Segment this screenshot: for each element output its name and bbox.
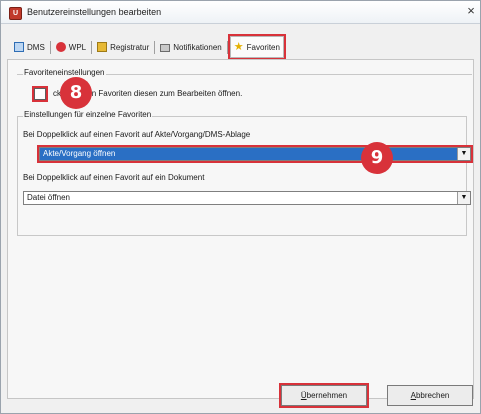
tab-separator (91, 40, 93, 54)
tab-wpl[interactable]: WPL (53, 38, 89, 56)
apply-label-rest: bernehmen (306, 391, 348, 400)
file-action-label: Bei Doppelklick auf einen Favorit auf Ak… (23, 130, 251, 139)
dms-icon (14, 42, 24, 52)
window-title: Benutzereinstellungen bearbeiten (27, 7, 162, 17)
document-action-label: Bei Doppelklick auf einen Favorit auf ei… (23, 173, 205, 182)
file-action-dropdown[interactable]: Akte/Vorgang öffnen ▼ (39, 147, 471, 161)
tab-notifikationen[interactable]: Notifikationen (157, 38, 224, 56)
registratur-icon (97, 42, 108, 52)
star-icon: ★ (233, 41, 244, 53)
tab-favoriten[interactable]: ★ Favoriten (229, 36, 284, 58)
tab-dms-label: DMS (27, 42, 45, 52)
chevron-down-icon[interactable]: ▼ (457, 192, 470, 204)
wpl-icon (55, 42, 66, 52)
file-action-value: Akte/Vorgang öffnen (43, 149, 116, 158)
tab-favoriten-label: Favoriten (246, 42, 280, 52)
callout-badge-8: 8 (60, 77, 92, 109)
tab-registratur[interactable]: Registratur (94, 38, 152, 56)
tab-strip: DMS WPL Registratur Notifikationen ★ Fav… (11, 36, 284, 58)
cancel-button[interactable]: Abbrechen (387, 385, 473, 406)
callout-badge-9: 9 (361, 142, 393, 174)
open-favorite-checkbox[interactable] (34, 88, 46, 100)
chevron-down-icon[interactable]: ▼ (457, 148, 470, 160)
close-icon[interactable]: × (464, 4, 478, 18)
tab-separator (154, 40, 156, 54)
tab-separator (226, 40, 228, 54)
cancel-label-rest: bbrechen (415, 391, 450, 400)
single-favorites-group-label: Einstellungen für einzelne Favoriten (23, 110, 153, 119)
tab-separator (49, 40, 51, 54)
document-action-value: Datei öffnen (27, 193, 70, 202)
apply-button[interactable]: Übernehmen (281, 385, 367, 406)
tab-registratur-label: Registratur (110, 42, 150, 52)
tab-dms[interactable]: DMS (11, 38, 48, 56)
app-icon: U (9, 7, 22, 20)
title-bar: U Benutzereinstellungen bearbeiten × (1, 1, 480, 24)
favorites-group-label: Favoriteneinstellungen (23, 68, 106, 77)
tab-notifikationen-label: Notifikationen (173, 42, 222, 52)
document-action-dropdown[interactable]: Datei öffnen ▼ (23, 191, 471, 205)
notification-icon (160, 44, 171, 52)
tab-wpl-label: WPL (68, 42, 87, 52)
settings-dialog: U Benutzereinstellungen bearbeiten × DMS… (0, 0, 481, 414)
